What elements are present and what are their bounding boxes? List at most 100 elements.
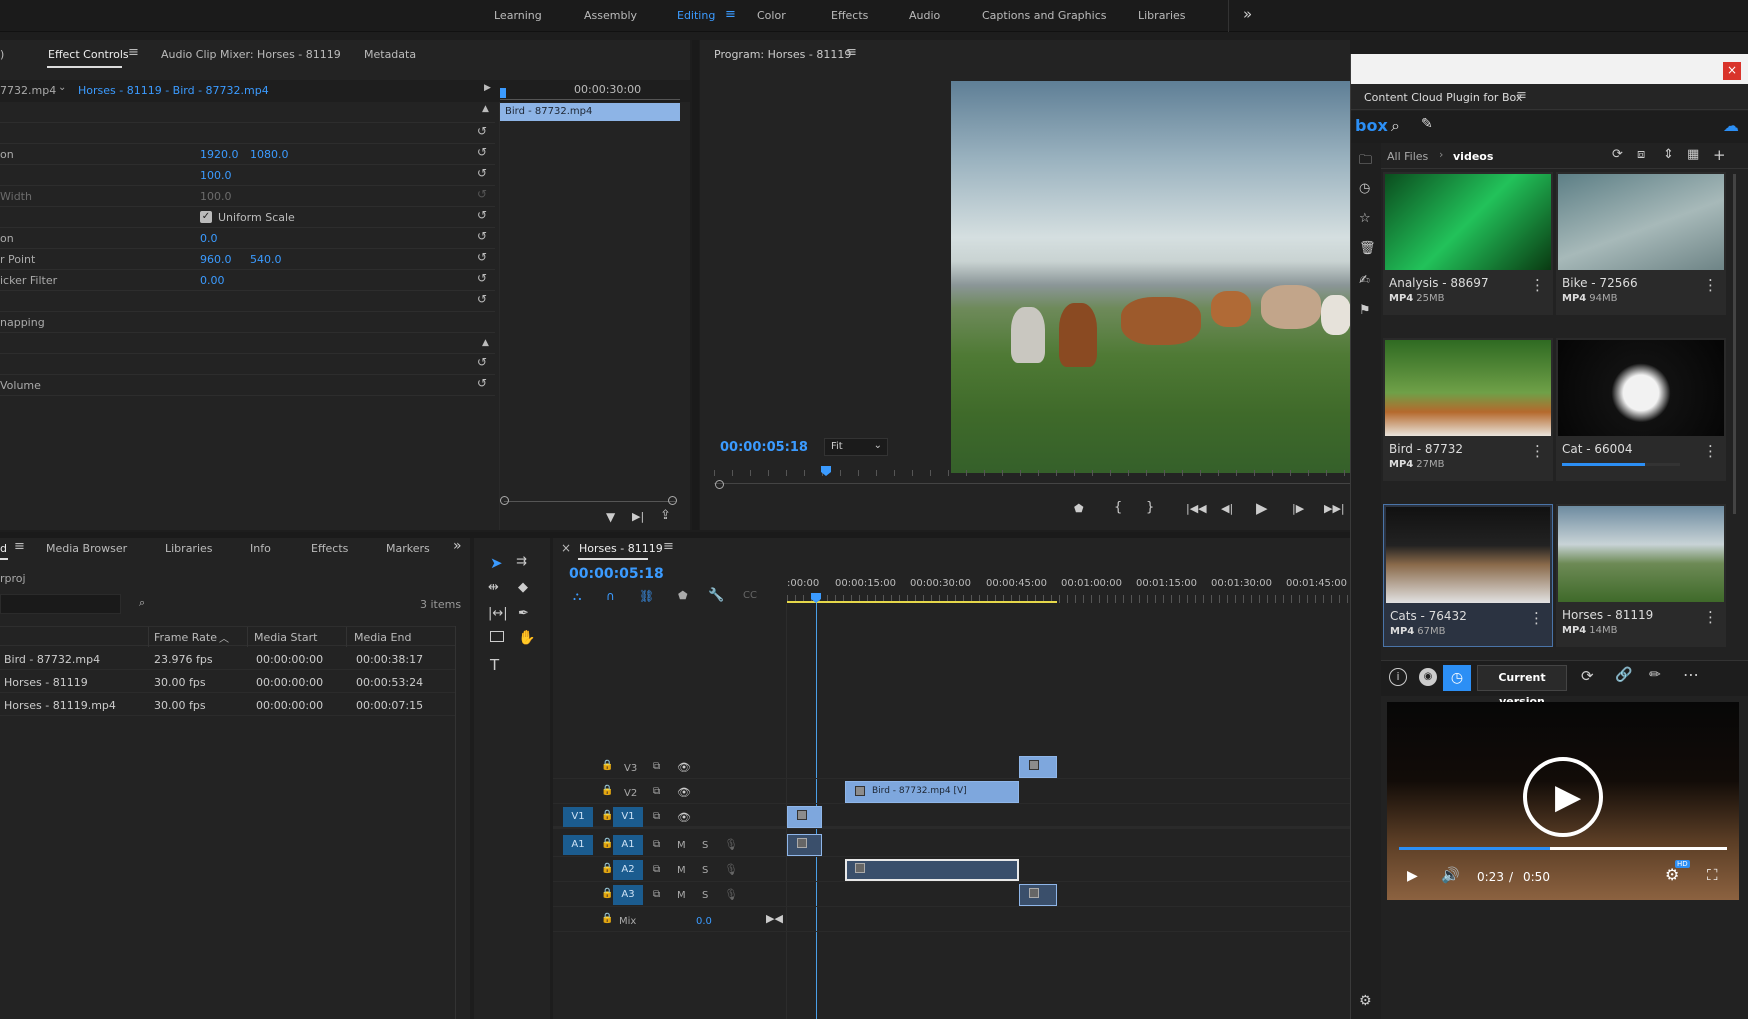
tab-info[interactable]: Info — [250, 542, 271, 555]
reset-icon[interactable]: ↺ — [477, 355, 487, 369]
chevron-down-icon[interactable]: ⌄ — [58, 82, 66, 93]
rectangle-tool-icon[interactable] — [490, 631, 504, 642]
project-scrollbar[interactable] — [455, 626, 456, 1019]
volume-icon[interactable]: 🔊 — [1441, 866, 1460, 884]
project-search-input[interactable] — [0, 594, 121, 614]
lock-icon[interactable]: 🔒 — [601, 838, 613, 849]
tab-metadata[interactable]: Metadata — [364, 48, 416, 61]
lock-icon[interactable]: 🔒 — [601, 785, 613, 796]
source-patch-v1[interactable]: V1 — [563, 807, 593, 827]
recent-icon[interactable]: ◷ — [1359, 181, 1370, 196]
flag-icon[interactable]: ⚑ — [1359, 303, 1371, 318]
track-target-a2[interactable]: A2 — [613, 860, 643, 880]
more-options-icon[interactable]: ⋮ — [1529, 611, 1544, 626]
panel-splitter-vertical[interactable] — [692, 40, 699, 530]
mark-out-icon[interactable]: } — [1146, 500, 1154, 515]
linked-selection-icon[interactable]: ⛓ — [639, 589, 654, 603]
zoom-handle-left[interactable] — [500, 496, 509, 505]
solo-button[interactable]: S — [702, 840, 708, 851]
layout-icon[interactable]: ⧈ — [1637, 147, 1645, 162]
more-horizontal-icon[interactable]: ⋯ — [1683, 665, 1699, 684]
column-media-start[interactable]: Media Start — [254, 631, 317, 644]
reset-icon[interactable]: ↺ — [477, 376, 487, 390]
reset-icon[interactable]: ↺ — [477, 292, 487, 306]
file-card-horses[interactable]: Horses - 81119 MP4 14MB ⋮ — [1556, 504, 1726, 647]
filter-icon[interactable]: ▼ — [606, 510, 615, 524]
program-video-frame[interactable] — [951, 81, 1351, 473]
hand-tool-icon[interactable]: ✋ — [518, 630, 535, 646]
favorites-icon[interactable]: ☆ — [1359, 211, 1371, 226]
property-value-rotation[interactable]: 0.0 — [200, 232, 218, 245]
edit-icon[interactable]: ✏ — [1649, 667, 1661, 683]
project-menu-icon[interactable]: ≡ — [14, 539, 25, 554]
property-value-y[interactable]: 1080.0 — [250, 148, 289, 161]
settings-gear-icon[interactable]: ⚙ — [1359, 993, 1372, 1009]
zoom-handle-right[interactable] — [668, 496, 677, 505]
go-to-end-icon[interactable]: ▶◀ — [766, 912, 783, 925]
play-overlay-button[interactable]: ▶ — [1523, 757, 1603, 837]
microphone-icon[interactable]: 🎙 — [724, 863, 738, 876]
cloud-sync-icon[interactable]: ☁ — [1723, 116, 1739, 135]
reset-icon[interactable]: ↺ — [477, 124, 487, 138]
lock-icon[interactable]: 🔒 — [601, 810, 613, 821]
file-card-cats[interactable]: Cats - 76432 MP4 67MB ⋮ — [1383, 504, 1553, 647]
more-panels-button[interactable]: » — [453, 538, 462, 554]
mute-button[interactable]: M — [677, 890, 686, 901]
mini-playhead[interactable] — [500, 88, 506, 98]
microphone-icon[interactable]: 🎙 — [724, 888, 738, 901]
player-play-icon[interactable]: ▶ — [1407, 868, 1418, 884]
play-only-icon[interactable]: ▶ — [484, 83, 491, 93]
refresh-icon[interactable]: ⟳ — [1612, 147, 1623, 162]
mix-value[interactable]: 0.0 — [696, 916, 712, 927]
mute-button[interactable]: M — [677, 840, 686, 851]
sort-icon[interactable]: ⇕ — [1663, 147, 1674, 162]
lock-icon[interactable]: 🔒 — [601, 913, 613, 924]
track-target-v1[interactable]: V1 — [613, 807, 643, 827]
table-row[interactable]: Bird - 87732.mp4 23.976 fps 00:00:00:00 … — [0, 648, 455, 670]
reset-icon[interactable]: ↺ — [477, 250, 487, 264]
mini-clip-bar[interactable]: Bird - 87732.mp4 — [500, 103, 680, 121]
workspace-learning[interactable]: Learning — [494, 9, 542, 22]
workspace-menu-icon[interactable]: ≡ — [725, 7, 736, 22]
workspace-color[interactable]: Color — [757, 9, 786, 22]
captions-icon[interactable]: CC — [743, 590, 757, 601]
clip-a2[interactable] — [845, 859, 1019, 881]
signature-icon[interactable]: ✎ — [1421, 116, 1433, 132]
track-select-tool-icon[interactable]: ⇉ — [516, 554, 527, 569]
mark-in-icon[interactable]: { — [1114, 500, 1122, 515]
solo-button[interactable]: S — [702, 890, 708, 901]
razor-tool-icon[interactable]: ◆ — [518, 580, 528, 595]
clip-v1[interactable] — [787, 806, 822, 828]
info-icon[interactable]: i — [1389, 668, 1407, 686]
reset-icon[interactable]: ↺ — [477, 271, 487, 285]
tab-project-truncated[interactable]: d — [0, 542, 7, 555]
nest-icon[interactable]: ⛬ — [573, 589, 581, 604]
tab-source-truncated[interactable]: ) — [0, 48, 4, 61]
pen-tool-icon[interactable]: ✒ — [518, 606, 529, 621]
folder-icon[interactable]: 🗀 — [1359, 151, 1372, 173]
column-media-end[interactable]: Media End — [354, 631, 411, 644]
grid-view-icon[interactable]: ▦ — [1687, 147, 1699, 162]
more-options-icon[interactable]: ⋮ — [1530, 444, 1545, 459]
lock-icon[interactable]: 🔒 — [601, 888, 613, 899]
sync-icon[interactable]: ⧉ — [653, 811, 660, 822]
workspace-captions[interactable]: Captions and Graphics — [982, 9, 1106, 22]
zoom-handle-left[interactable] — [715, 480, 724, 489]
video-preview-player[interactable]: ▶ ▶ 🔊 0:23 / 0:50 ⚙ HD ⛶ — [1387, 702, 1739, 900]
workspace-libraries[interactable]: Libraries — [1138, 9, 1186, 22]
property-value-x[interactable]: 1920.0 — [200, 148, 239, 161]
fullscreen-icon[interactable]: ⛶ — [1707, 866, 1718, 884]
eye-icon[interactable]: 👁 — [677, 786, 691, 799]
property-value-anchor-y[interactable]: 540.0 — [250, 253, 282, 266]
more-options-icon[interactable]: ⋮ — [1530, 278, 1545, 293]
new-search-bin-icon[interactable]: ⌕ — [139, 596, 145, 610]
timeline-menu-icon[interactable]: ≡ — [663, 539, 674, 554]
more-options-icon[interactable]: ⋮ — [1703, 610, 1718, 625]
property-value-scale[interactable]: 100.0 — [200, 169, 232, 182]
mini-zoom-scrollbar[interactable] — [504, 501, 676, 502]
play-audio-icon[interactable]: ▶| — [632, 510, 644, 523]
more-workspaces-button[interactable]: » — [1243, 5, 1252, 23]
file-grid-scrollbar[interactable] — [1733, 174, 1736, 514]
more-options-icon[interactable]: ⋮ — [1703, 278, 1718, 293]
tab-effects[interactable]: Effects — [311, 542, 348, 555]
